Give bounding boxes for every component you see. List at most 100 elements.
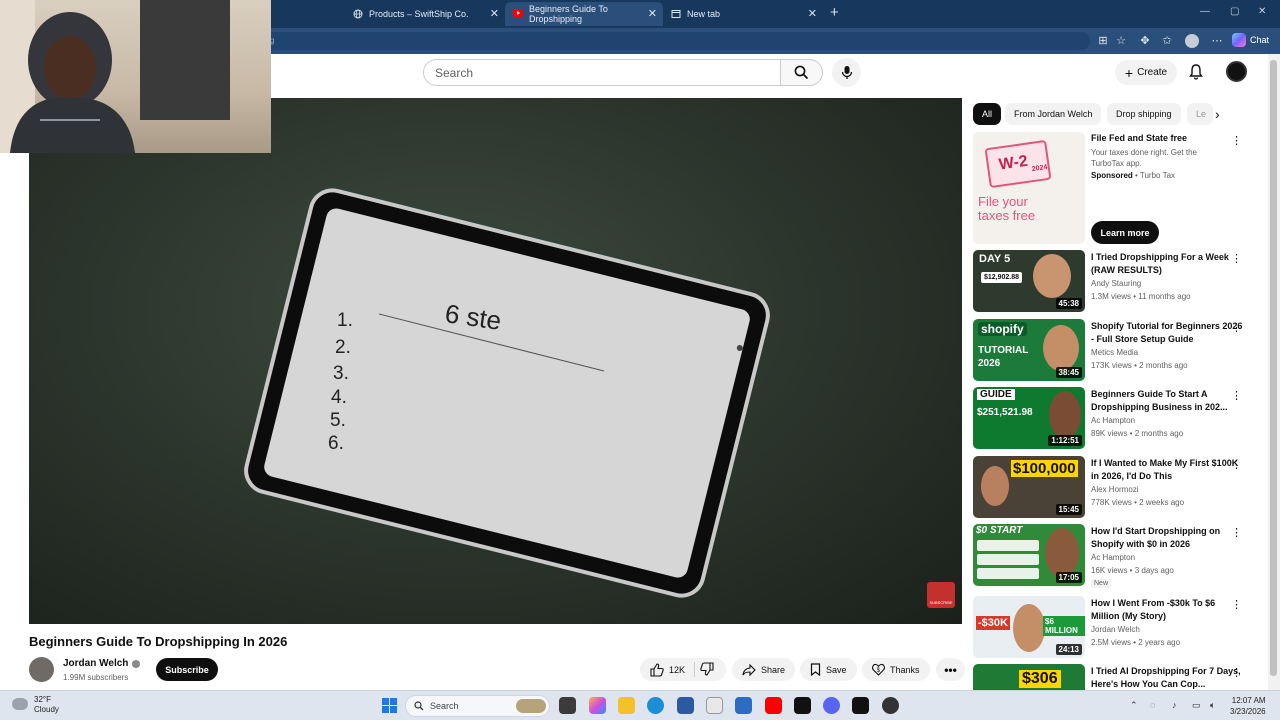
display-icon[interactable]: ▭ — [1192, 700, 1201, 711]
account-avatar[interactable] — [1226, 61, 1247, 82]
search-button[interactable] — [781, 59, 823, 86]
more-menu-icon[interactable]: ⋯ — [1210, 34, 1224, 48]
more-vertical-icon[interactable]: ⋮ — [1231, 458, 1242, 471]
new-tab-button[interactable]: + — [830, 4, 839, 21]
store-icon[interactable] — [677, 697, 694, 714]
duration-badge: 38:45 — [1055, 367, 1082, 378]
chevron-up-icon[interactable]: ⌃ — [1130, 700, 1138, 711]
more-vertical-icon[interactable]: ⋮ — [1231, 526, 1242, 539]
thumb-text: -$30K — [976, 616, 1010, 630]
duration-badge: 1:12:51 — [1048, 435, 1082, 446]
more-vertical-icon[interactable]: ⋮ — [1231, 134, 1242, 147]
copilot-app-icon[interactable] — [589, 697, 606, 714]
recommendation-item[interactable]: $100,000 15:45 If I Wanted to Make My Fi… — [973, 456, 1263, 518]
video-thumbnail[interactable]: shopify TUTORIAL 2026 38:45 — [973, 319, 1085, 381]
tab-youtube-video[interactable]: Beginners Guide To Dropshipping ✕ — [505, 2, 663, 26]
discord-icon[interactable] — [823, 697, 840, 714]
copilot-chat-button[interactable]: Chat — [1232, 33, 1269, 47]
tradingview-icon[interactable] — [852, 697, 869, 714]
like-button[interactable]: 12K — [650, 662, 685, 677]
chip-drop-shipping[interactable]: Drop shipping — [1107, 103, 1181, 125]
learn-more-button[interactable]: Learn more — [1091, 221, 1159, 244]
scrollbar-thumb[interactable] — [1270, 60, 1277, 676]
dislike-button[interactable] — [700, 661, 714, 678]
recommendation-item[interactable]: GUIDE $251,521.98 1:12:51 Beginners Guid… — [973, 387, 1263, 449]
url-field[interactable]: g — [230, 32, 1090, 50]
channel-avatar[interactable] — [29, 657, 54, 682]
close-icon[interactable]: ✕ — [490, 7, 499, 20]
share-button[interactable]: Share — [732, 658, 796, 681]
bookmark-icon — [810, 663, 821, 676]
edge-browser-icon[interactable] — [647, 697, 664, 714]
rec-meta: 173K views • 2 months ago — [1091, 361, 1188, 370]
recommendation-item[interactable]: DAY 5 $12,902.88 45:38 I Tried Dropshipp… — [973, 250, 1263, 312]
microphone-tray-icon[interactable]: ♪ — [1172, 700, 1177, 710]
recommendation-item[interactable]: shopify TUTORIAL 2026 38:45 Shopify Tuto… — [973, 319, 1263, 381]
video-thumbnail[interactable]: $306 — [973, 664, 1085, 690]
more-vertical-icon[interactable]: ⋮ — [1231, 321, 1242, 334]
rec-title: How I'd Start Dropshipping on Shopify wi… — [1091, 526, 1221, 549]
apps-icon[interactable]: ⊞ — [1096, 34, 1110, 48]
minimize-icon[interactable]: — — [1200, 6, 1210, 17]
chip-from-channel[interactable]: From Jordan Welch — [1005, 103, 1102, 125]
channel-name[interactable]: Jordan Welch — [63, 658, 128, 669]
network-icon[interactable]: ◌ — [1150, 700, 1155, 710]
subscribe-button[interactable]: Subscribe — [156, 658, 218, 681]
maximize-icon[interactable]: ▢ — [1230, 6, 1239, 17]
close-icon[interactable]: ✕ — [648, 7, 657, 20]
save-button[interactable]: Save — [800, 658, 857, 681]
more-vertical-icon[interactable]: ⋮ — [1231, 598, 1242, 611]
extensions-icon[interactable]: ✥ — [1138, 34, 1152, 48]
subscriber-count: 1.99M subscribers — [63, 673, 129, 682]
app-icon[interactable] — [706, 697, 723, 714]
obs-icon[interactable] — [882, 697, 899, 714]
voice-search-button[interactable] — [832, 58, 861, 87]
profile-avatar[interactable] — [1185, 34, 1199, 48]
tab-new-tab[interactable]: New tab ✕ — [663, 2, 823, 26]
notifications-bell-icon[interactable] — [1188, 63, 1204, 85]
recommendation-item[interactable]: -$30K $6 MILLION 24:13 How I Went From -… — [973, 596, 1263, 658]
windows-start-icon[interactable] — [381, 697, 398, 714]
thumb-text: $100,000 — [1011, 460, 1078, 477]
chip-partial[interactable]: Le — [1187, 103, 1213, 125]
more-vertical-icon[interactable]: ⋮ — [1231, 252, 1242, 265]
video-thumbnail[interactable]: $100,000 15:45 — [973, 456, 1085, 518]
window-close-icon[interactable]: ✕ — [1258, 6, 1266, 17]
chevron-right-icon[interactable]: › — [1215, 106, 1220, 122]
volume-icon[interactable]: 🔈︎ — [1210, 700, 1215, 711]
taskbar-search-label: Search — [430, 701, 459, 711]
more-actions-button[interactable]: ••• — [936, 658, 965, 681]
rec-title: How I Went From -$30k To $6 Million (My … — [1091, 598, 1216, 621]
recommendation-item[interactable]: $0 START 17:05 How I'd Start Dropshippin… — [973, 524, 1263, 588]
new-tab-icon — [671, 9, 681, 19]
create-button[interactable]: + Create — [1115, 60, 1177, 85]
favorite-star-icon[interactable]: ☆ — [1114, 34, 1128, 48]
video-thumbnail[interactable]: GUIDE $251,521.98 1:12:51 — [973, 387, 1085, 449]
video-thumbnail[interactable]: $0 START 17:05 — [973, 524, 1085, 586]
file-explorer-icon[interactable] — [618, 697, 635, 714]
close-icon[interactable]: ✕ — [808, 7, 817, 20]
youtube-app-icon[interactable] — [765, 697, 782, 714]
clock-time: 12:07 AM — [1231, 696, 1266, 705]
video-thumbnail[interactable]: DAY 5 $12,902.88 45:38 — [973, 250, 1085, 312]
recommendation-item[interactable]: $306 I Tried AI Dropshipping For 7 Days,… — [973, 664, 1263, 690]
collections-icon[interactable]: ✩ — [1160, 34, 1174, 48]
thumb-sub: $6 MILLION — [1043, 616, 1085, 636]
video-player[interactable]: 6 ste 1. 2. 3. 4. 5. 6. — [29, 98, 962, 624]
photo-app-icon[interactable] — [735, 697, 752, 714]
sponsored-ad[interactable]: W-2 2024 File your taxes free File Fed a… — [973, 132, 1263, 244]
taskbar-search[interactable]: Search — [405, 695, 550, 717]
netflix-icon[interactable] — [794, 697, 811, 714]
chip-all[interactable]: All — [973, 103, 1002, 125]
thanks-button[interactable]: $ Thanks — [862, 658, 930, 681]
system-clock[interactable]: 12:07 AM 3/23/2026 — [1230, 695, 1266, 717]
search-input[interactable]: Search — [423, 59, 781, 86]
more-vertical-icon[interactable]: ⋮ — [1231, 666, 1242, 679]
ad-thumbnail[interactable]: W-2 2024 File your taxes free — [973, 132, 1085, 244]
tab-products[interactable]: Products – SwiftShip Co. ✕ — [345, 2, 505, 26]
video-thumbnail[interactable]: -$30K $6 MILLION 24:13 — [973, 596, 1085, 658]
more-vertical-icon[interactable]: ⋮ — [1231, 389, 1242, 402]
weather-widget[interactable]: 32°F Cloudy — [12, 695, 59, 715]
task-view-icon[interactable] — [559, 697, 576, 714]
subscribe-watermark[interactable]: SUBSCRIBE — [927, 582, 955, 608]
